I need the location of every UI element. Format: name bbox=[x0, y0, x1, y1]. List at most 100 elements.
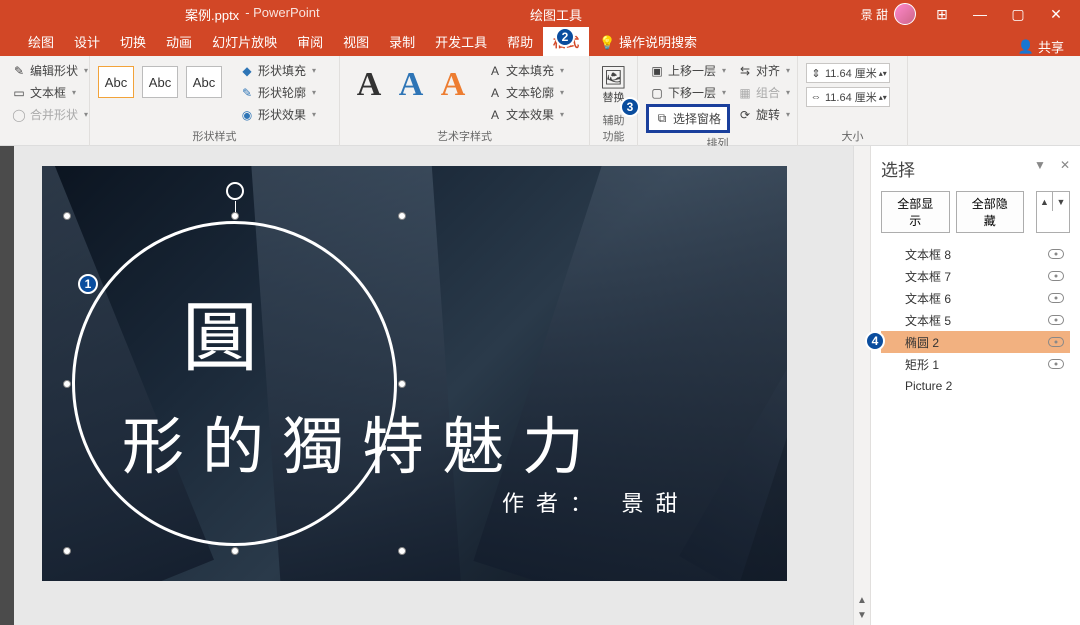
next-slide-button[interactable]: ▼ bbox=[857, 610, 867, 621]
resize-handle-s[interactable] bbox=[231, 547, 239, 555]
width-icon: ⇔ bbox=[809, 90, 823, 104]
align-icon: ⇆ bbox=[738, 64, 752, 78]
tab-transitions[interactable]: 切换 bbox=[110, 27, 156, 56]
tab-help[interactable]: 帮助 bbox=[497, 27, 543, 56]
slide[interactable]: 1 圓 形的獨特魅力 作者： 景甜 bbox=[42, 166, 787, 581]
align-button[interactable]: ⇆对齐▾ bbox=[734, 60, 794, 81]
vertical-scrollbar[interactable]: ▲ ▼ bbox=[853, 146, 870, 625]
prev-slide-button[interactable]: ▲ bbox=[857, 595, 867, 606]
list-item: 文本框 5 bbox=[881, 309, 1070, 331]
shape-fill-button[interactable]: ◆形状填充▾ bbox=[236, 60, 320, 81]
slide-canvas-area[interactable]: 1 圓 形的獨特魅力 作者： 景甜 bbox=[0, 146, 853, 625]
group-shape-styles: 形状样式 bbox=[98, 126, 331, 146]
selection-pane: 选择 ▼ ✕ 全部显示 全部隐藏 ▲ ▼ 文本框 8 文本框 7 文本框 6 文… bbox=[870, 146, 1080, 625]
slide-text-line2[interactable]: 形的獨特魅力 bbox=[122, 396, 602, 486]
shape-effects-button[interactable]: ◉形状效果▾ bbox=[236, 104, 320, 125]
app-name: - PowerPoint bbox=[245, 5, 319, 24]
textbox-icon: ▭ bbox=[12, 86, 26, 100]
text-effects-button[interactable]: A文本效果▾ bbox=[484, 104, 568, 125]
tab-developer[interactable]: 开发工具 bbox=[425, 27, 497, 56]
resize-handle-ne[interactable] bbox=[398, 212, 406, 220]
pane-options-button[interactable]: ▼ bbox=[1034, 158, 1046, 172]
user-name[interactable]: 景 甜 bbox=[861, 6, 888, 23]
pane-close-button[interactable]: ✕ bbox=[1060, 158, 1070, 172]
visibility-toggle[interactable] bbox=[1048, 337, 1064, 347]
merge-shapes-button: ◯合并形状▾ bbox=[8, 104, 92, 125]
callout-step-2: 2 bbox=[555, 27, 575, 47]
send-backward-icon: ▢ bbox=[650, 86, 664, 100]
visibility-toggle[interactable] bbox=[1048, 315, 1064, 325]
move-down-button[interactable]: ▼ bbox=[1053, 192, 1069, 211]
outline-icon: ✎ bbox=[240, 86, 254, 100]
rotate-button[interactable]: ⟳旋转▾ bbox=[734, 104, 794, 125]
ribbon-display-options[interactable]: ⊞ bbox=[924, 0, 960, 28]
edit-shape-button[interactable]: ✎编辑形状▾ bbox=[8, 60, 92, 81]
callout-step-1: 1 bbox=[78, 274, 98, 294]
selection-pane-button[interactable]: ⧉选择窗格 bbox=[646, 104, 730, 133]
text-effects-icon: A bbox=[488, 108, 502, 122]
list-item: 文本框 6 bbox=[881, 287, 1070, 309]
show-all-button[interactable]: 全部显示 bbox=[881, 191, 950, 233]
maximize-button[interactable]: ▢ bbox=[1000, 0, 1036, 28]
tab-draw[interactable]: 绘图 bbox=[18, 27, 64, 56]
resize-handle-sw[interactable] bbox=[63, 547, 71, 555]
wordart-preset-1[interactable]: A bbox=[348, 60, 390, 110]
selection-pane-icon: ⧉ bbox=[655, 112, 669, 126]
wordart-preset-3[interactable]: A bbox=[432, 60, 474, 110]
shape-style-preset-1[interactable]: Abc bbox=[98, 66, 134, 98]
resize-handle-se[interactable] bbox=[398, 547, 406, 555]
bring-forward-icon: ▣ bbox=[650, 64, 664, 78]
wordart-preset-2[interactable]: A bbox=[390, 60, 432, 110]
text-fill-button[interactable]: A文本填充▾ bbox=[484, 60, 568, 81]
group-button: ▦组合▾ bbox=[734, 82, 794, 103]
shape-height-input[interactable]: ⇕11.64 厘米▴▾ bbox=[806, 63, 890, 83]
group-size: 大小 bbox=[806, 126, 899, 146]
hide-all-button[interactable]: 全部隐藏 bbox=[956, 191, 1025, 233]
tab-design[interactable]: 设计 bbox=[64, 27, 110, 56]
user-avatar[interactable] bbox=[894, 3, 916, 25]
group-wordart-styles: 艺术字样式 bbox=[348, 126, 581, 146]
slide-text-line1[interactable]: 圓 bbox=[182, 276, 270, 386]
slide-text-author[interactable]: 作者： 景甜 bbox=[502, 486, 690, 518]
fill-icon: ◆ bbox=[240, 64, 254, 78]
list-item: 文本框 7 bbox=[881, 265, 1070, 287]
bring-forward-button[interactable]: ▣上移一层▾ bbox=[646, 60, 730, 81]
rotation-handle[interactable] bbox=[226, 182, 244, 200]
send-backward-button[interactable]: ▢下移一层▾ bbox=[646, 82, 730, 103]
textbox-button[interactable]: ▭文本框▾ bbox=[8, 82, 92, 103]
move-up-button[interactable]: ▲ bbox=[1037, 192, 1053, 211]
text-fill-icon: A bbox=[488, 64, 502, 78]
callout-step-3: 3 bbox=[620, 97, 640, 117]
resize-handle-w[interactable] bbox=[63, 380, 71, 388]
selection-list: 文本框 8 文本框 7 文本框 6 文本框 5 椭圆 2 矩形 1 Pictur… bbox=[881, 243, 1070, 397]
tab-review[interactable]: 审阅 bbox=[287, 27, 333, 56]
height-icon: ⇕ bbox=[809, 66, 823, 80]
resize-handle-nw[interactable] bbox=[63, 212, 71, 220]
effects-icon: ◉ bbox=[240, 108, 254, 122]
contextual-tab-title: 绘图工具 bbox=[530, 5, 582, 24]
text-outline-icon: A bbox=[488, 86, 502, 100]
share-button[interactable]: 👤 共享 bbox=[1018, 37, 1064, 56]
visibility-toggle[interactable] bbox=[1048, 249, 1064, 259]
tab-animations[interactable]: 动画 bbox=[156, 27, 202, 56]
minimize-button[interactable]: — bbox=[962, 0, 998, 28]
visibility-toggle[interactable] bbox=[1048, 293, 1064, 303]
resize-handle-e[interactable] bbox=[398, 380, 406, 388]
tab-slideshow[interactable]: 幻灯片放映 bbox=[202, 27, 287, 56]
shape-style-preset-2[interactable]: Abc bbox=[142, 66, 178, 98]
shape-outline-button[interactable]: ✎形状轮廓▾ bbox=[236, 82, 320, 103]
text-outline-button[interactable]: A文本轮廓▾ bbox=[484, 82, 568, 103]
shape-style-preset-3[interactable]: Abc bbox=[186, 66, 222, 98]
visibility-toggle[interactable] bbox=[1048, 271, 1064, 281]
alt-text-icon: 🖼 bbox=[607, 71, 621, 85]
shape-width-input[interactable]: ⇔11.64 厘米▴▾ bbox=[806, 87, 890, 107]
tab-record[interactable]: 录制 bbox=[379, 27, 425, 56]
callout-step-4: 4 bbox=[865, 331, 885, 351]
close-button[interactable]: ✕ bbox=[1038, 0, 1074, 28]
visibility-toggle[interactable] bbox=[1048, 359, 1064, 369]
tell-me-search[interactable]: 💡 操作说明搜索 bbox=[589, 27, 707, 56]
merge-icon: ◯ bbox=[12, 108, 26, 122]
tab-view[interactable]: 视图 bbox=[333, 27, 379, 56]
title-bar: 案例.pptx - PowerPoint 绘图工具 景 甜 ⊞ — ▢ ✕ bbox=[0, 0, 1080, 28]
resize-handle-n[interactable] bbox=[231, 212, 239, 220]
